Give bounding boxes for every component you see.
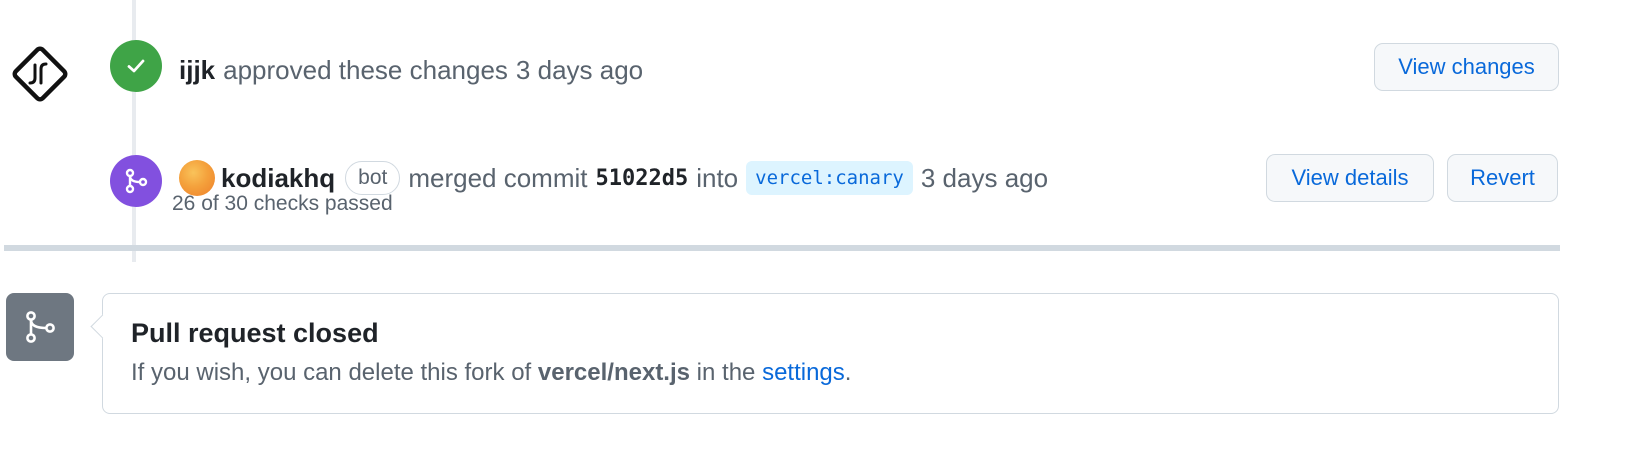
git-pull-request-icon bbox=[26, 311, 55, 343]
merge-time[interactable]: 3 days ago bbox=[921, 163, 1048, 194]
review-time[interactable]: 3 days ago bbox=[516, 55, 643, 86]
merge-into-text: into bbox=[696, 162, 739, 193]
closed-notice: Pull request closed If you wish, you can… bbox=[102, 293, 1559, 414]
closed-title: Pull request closed bbox=[131, 318, 379, 348]
git-merge-icon bbox=[125, 168, 148, 194]
branch-name: canary bbox=[835, 167, 904, 189]
review-action: approved these changes bbox=[223, 54, 508, 85]
fork-repo-name: vercel/next.js bbox=[537, 359, 690, 386]
view-details-button[interactable]: View details bbox=[1266, 154, 1434, 202]
closed-desc-prefix: If you wish, you can delete this fork of bbox=[131, 359, 532, 386]
diamond-logo-icon bbox=[12, 46, 68, 102]
review-author[interactable]: ijjk bbox=[179, 55, 215, 86]
check-icon bbox=[127, 59, 145, 73]
merged-badge bbox=[110, 155, 162, 207]
timeline-divider bbox=[4, 245, 1560, 251]
merge-action: merged commit bbox=[408, 162, 588, 193]
revert-button[interactable]: Revert bbox=[1447, 154, 1558, 202]
branch-owner: vercel bbox=[755, 167, 824, 189]
branch-separator: : bbox=[823, 167, 836, 189]
closed-desc-suffix: . bbox=[844, 359, 852, 386]
avatar[interactable] bbox=[179, 160, 215, 196]
settings-link[interactable]: settings bbox=[762, 359, 845, 386]
closed-badge bbox=[6, 293, 74, 361]
bot-label: bot bbox=[345, 161, 401, 195]
approved-badge bbox=[110, 40, 162, 92]
commit-sha-link[interactable]: 51022d5 bbox=[596, 166, 689, 191]
merge-author[interactable]: kodiakhq bbox=[221, 163, 335, 194]
closed-desc-middle: in the bbox=[696, 359, 756, 386]
branch-ref[interactable]: vercel: canary bbox=[746, 161, 913, 195]
pr-timeline: ijjk approved these changes 3 days ago V… bbox=[0, 0, 1642, 450]
reviewer-avatar[interactable] bbox=[8, 42, 72, 106]
checks-status-link[interactable]: 26 of 30 checks passed bbox=[172, 192, 393, 216]
review-event: ijjk approved these changes 3 days ago bbox=[179, 52, 643, 88]
view-changes-button[interactable]: View changes bbox=[1374, 43, 1559, 91]
closed-description: If you wish, you can delete this fork of… bbox=[131, 359, 851, 387]
